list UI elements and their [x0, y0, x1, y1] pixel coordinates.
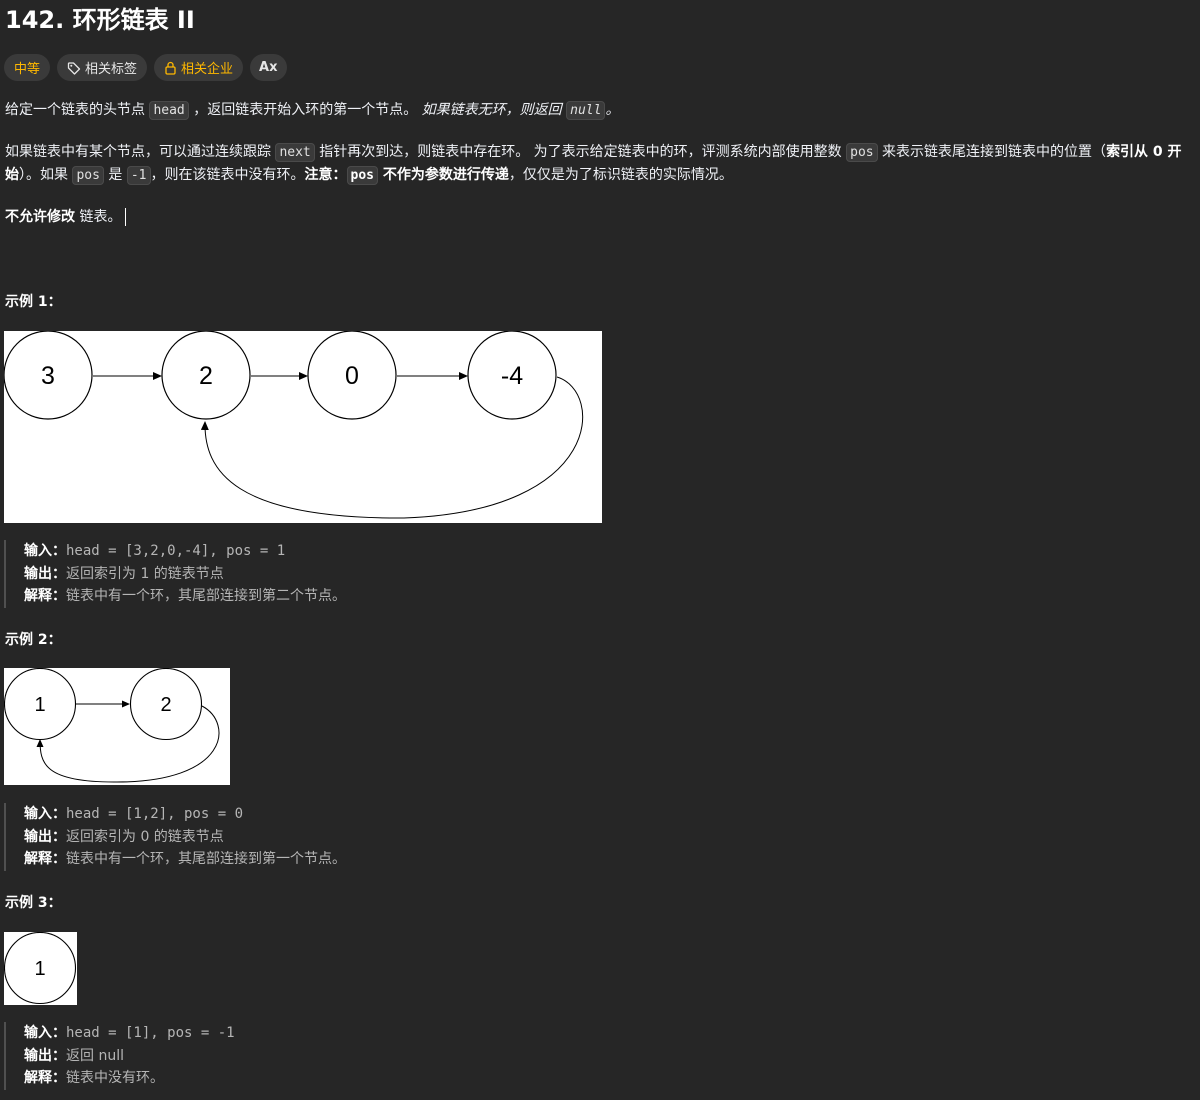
- svg-text:-4: -4: [501, 362, 523, 390]
- svg-text:3: 3: [41, 362, 55, 390]
- code-next: next: [275, 143, 315, 162]
- translate-button[interactable]: Ax: [250, 54, 287, 81]
- node-minus-4: -4: [467, 331, 557, 420]
- example-3-heading: 示例 3：: [5, 895, 62, 911]
- example-3-figure: 1: [4, 932, 77, 1005]
- code-pos-2: pos: [72, 166, 104, 185]
- node-1: 1: [4, 932, 77, 1005]
- code-minus-one: -1: [126, 166, 151, 185]
- example-2-io: 输入：head = [1,2], pos = 0 输出：返回索引为 0 的链表节…: [4, 803, 346, 871]
- description-paragraph-3: 不允许修改 链表。: [5, 206, 1200, 229]
- svg-text:2: 2: [160, 694, 171, 716]
- svg-text:2: 2: [199, 362, 213, 390]
- example-2-figure: 1 2: [4, 668, 230, 785]
- code-head: head: [149, 101, 189, 120]
- translate-icon: Ax: [259, 60, 278, 75]
- node-2: 2: [129, 668, 203, 741]
- tag-bar: 中等 相关标签 相关企业 Ax: [4, 54, 287, 81]
- related-companies-label: 相关企业: [181, 62, 234, 77]
- difficulty-badge: 中等: [4, 54, 51, 81]
- svg-text:1: 1: [34, 958, 45, 980]
- example-3-io: 输入：head = [1], pos = -1 输出：返回 null 解释：链表…: [4, 1022, 235, 1090]
- code-null: null: [566, 101, 606, 120]
- related-tags-label: 相关标签: [85, 62, 138, 77]
- related-tags-button[interactable]: 相关标签: [57, 54, 148, 81]
- code-pos: pos: [846, 143, 878, 162]
- node-0: 0: [307, 331, 397, 420]
- example-2-heading: 示例 2：: [5, 632, 62, 648]
- svg-text:1: 1: [34, 694, 45, 716]
- description-paragraph-2: 如果链表中有某个节点，可以通过连续跟踪 next 指针再次到达，则链表中存在环。…: [5, 143, 1182, 185]
- text-caret: [125, 208, 127, 226]
- example-1-heading: 示例 1：: [5, 294, 62, 310]
- node-2: 2: [161, 331, 251, 420]
- example-1-io: 输入：head = [3,2,0,-4], pos = 1 输出：返回索引为 1…: [4, 540, 346, 608]
- related-companies-button[interactable]: 相关企业: [154, 54, 244, 81]
- example-1-figure: 3 2 0 -4: [4, 331, 602, 523]
- node-1: 1: [4, 668, 77, 741]
- lock-icon: [164, 61, 177, 75]
- tag-icon: [67, 61, 81, 75]
- svg-text:0: 0: [345, 362, 359, 390]
- node-3: 3: [4, 331, 93, 420]
- description-paragraph-1: 给定一个链表的头节点 head ，返回链表开始入环的第一个节点。 如果链表无环，…: [5, 101, 620, 120]
- code-pos-3: pos: [346, 166, 378, 185]
- problem-title: 142. 环形链表 II: [5, 6, 195, 34]
